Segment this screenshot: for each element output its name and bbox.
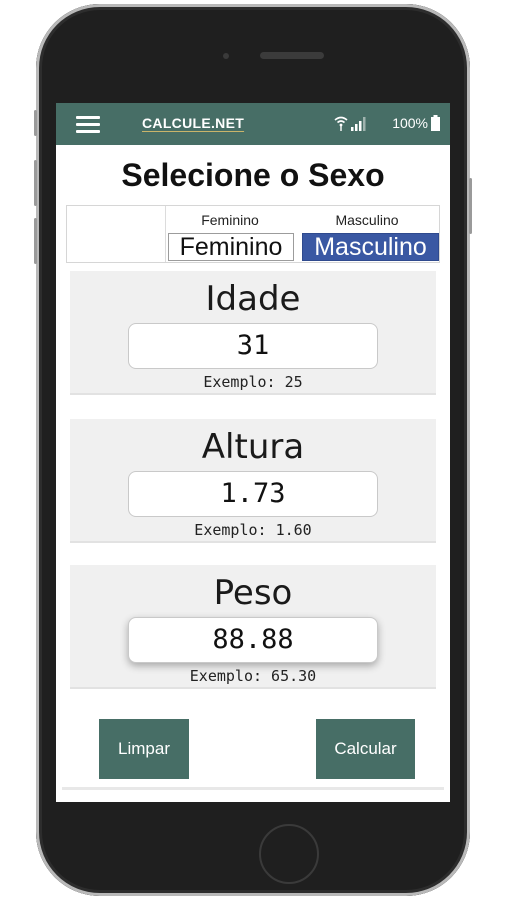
age-card: Idade 31 Exemplo: 25 (70, 271, 436, 395)
female-button[interactable]: Feminino (168, 233, 294, 261)
sex-option-female: Feminino Feminino (165, 206, 294, 262)
height-title: Altura (201, 427, 305, 467)
wifi-icon (334, 116, 348, 131)
sex-selector: Feminino Feminino Masculino Masculino (66, 205, 440, 263)
front-camera (223, 53, 229, 59)
age-hint: Exemplo: 25 (203, 373, 303, 391)
page-title: Selecione o Sexo (121, 157, 385, 193)
calculate-button[interactable]: Calcular (316, 719, 415, 779)
volume-up-button (34, 160, 37, 206)
weight-input[interactable]: 88.88 (128, 617, 378, 663)
height-card: Altura 1.73 Exemplo: 1.60 (70, 419, 436, 543)
weight-hint: Exemplo: 65.30 (189, 667, 317, 685)
brand-link[interactable]: CALCULE.NET (142, 115, 244, 131)
sex-option-male: Masculino Masculino (297, 206, 439, 262)
hamburger-menu-icon[interactable] (76, 116, 100, 133)
height-hint: Exemplo: 1.60 (194, 521, 312, 539)
action-bar: Limpar Calcular (62, 709, 444, 790)
signal-icon (351, 117, 366, 131)
weight-title: Peso (213, 573, 293, 613)
form-content: Selecione o Sexo Feminino Feminino Mascu… (62, 147, 444, 790)
height-input[interactable]: 1.73 (128, 471, 378, 517)
home-button[interactable] (259, 824, 319, 884)
male-label: Masculino (335, 212, 399, 228)
earpiece-speaker (260, 52, 324, 59)
volume-down-button (34, 218, 37, 264)
app-bar: CALCULE.NET 100% (56, 103, 450, 145)
app-screen: CALCULE.NET 100% Selecione o Sexo Femini… (56, 103, 450, 802)
clear-button[interactable]: Limpar (99, 719, 189, 779)
age-title: Idade (205, 279, 301, 319)
age-input[interactable]: 31 (128, 323, 378, 369)
male-button[interactable]: Masculino (302, 233, 439, 261)
power-button (469, 178, 472, 234)
battery-icon (431, 115, 440, 131)
mute-switch (34, 110, 37, 136)
weight-card: Peso 88.88 Exemplo: 65.30 (70, 565, 436, 689)
female-label: Feminino (201, 212, 259, 228)
